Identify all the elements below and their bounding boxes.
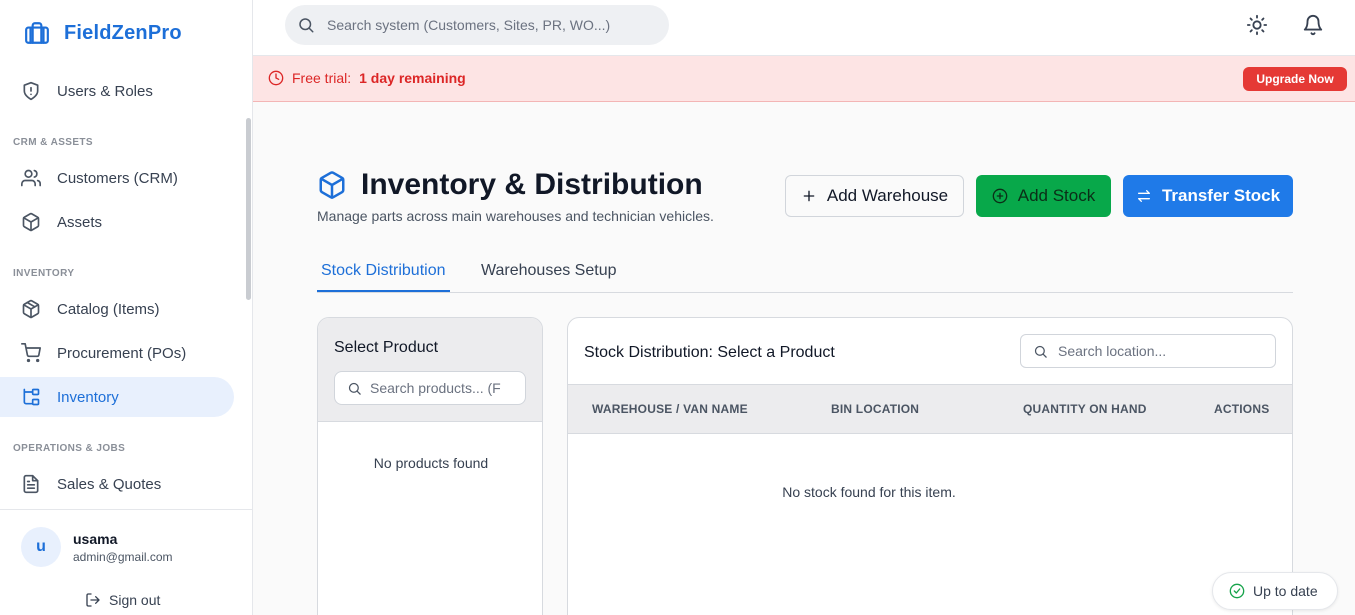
transfer-stock-label: Transfer Stock [1161,186,1281,205]
avatar[interactable]: u [21,527,61,567]
section-title-operations: OPERATIONS & JOBS [13,443,126,454]
sidebar-item-users-roles[interactable]: Users & Roles [0,71,234,111]
add-stock-label: Add Stock [1017,186,1096,205]
add-stock-button[interactable]: Add Stock [976,175,1111,217]
column-header[interactable]: ACTIONS [1214,402,1269,416]
column-header[interactable]: QUANTITY ON HAND [1023,402,1147,416]
column-header[interactable]: BIN LOCATION [831,402,919,416]
stock-panel-title: Stock Distribution: Select a Product [584,344,835,361]
stock-empty-message: No stock found for this item. [782,484,956,500]
sidebar-item-label: Assets [57,213,103,231]
user-name: usama [73,531,118,547]
cart-icon [21,343,41,363]
trial-remaining: 1 day remaining [359,70,466,86]
sidebar-item-label: Catalog (Items) [57,300,160,318]
trial-prefix: Free trial: [292,70,352,86]
search-icon [1034,345,1047,358]
column-header[interactable]: WAREHOUSE / VAN NAME [592,402,748,416]
tab-bar: Stock Distribution Warehouses Setup [317,250,1293,293]
sidebar-item-label: Sales & Quotes [57,475,162,493]
sidebar-item-assets[interactable]: Assets [0,202,234,242]
sign-out-button[interactable]: Sign out [85,592,160,608]
section-title-inventory: INVENTORY [13,268,75,279]
search-icon [348,382,361,395]
stock-panel: Stock Distribution: Select a Product WAR… [567,317,1293,615]
users-icon [21,169,41,187]
package-icon [22,299,40,319]
page-subtitle: Manage parts across main warehouses and … [317,208,714,224]
location-search-input[interactable] [1058,343,1258,359]
sidebar-item-sales-quotes[interactable]: Sales & Quotes [0,464,234,504]
tab-stock-distribution[interactable]: Stock Distribution [317,262,450,292]
product-empty-message: No products found [373,455,489,471]
sidebar-item-procurement[interactable]: Procurement (POs) [0,333,234,373]
plus-icon [803,190,815,202]
add-warehouse-button[interactable]: Add Warehouse [785,175,964,217]
global-search-input[interactable] [327,17,647,33]
user-email: admin@gmail.com [73,550,173,564]
sidebar-item-label: Customers (CRM) [57,169,178,187]
transfer-arrows-icon [1137,190,1150,202]
sidebar-scrollbar[interactable] [246,118,251,300]
sidebar-item-label: Inventory [57,388,119,406]
user-profile: u usama admin@gmail.com Sign out [0,509,252,615]
cube-icon [319,171,345,199]
document-icon [23,474,39,494]
trial-banner: Free trial: 1 day remaining Upgrade Now [253,56,1355,102]
sidebar-item-catalog[interactable]: Catalog (Items) [0,289,234,329]
section-title-crm-assets: CRM & ASSETS [13,137,93,148]
tab-warehouses-setup[interactable]: Warehouses Setup [481,262,616,290]
main-content: Inventory & Distribution Manage parts ac… [253,102,1355,615]
page-title: Inventory & Distribution [361,168,703,201]
top-bar [253,0,1355,56]
sidebar-item-inventory[interactable]: Inventory [0,377,234,417]
sidebar: FieldZenPro Users & Roles CRM & ASSETS C… [0,0,253,615]
sidebar-item-label: Procurement (POs) [57,344,187,362]
transfer-stock-button[interactable]: Transfer Stock [1123,175,1293,217]
plus-circle-icon [992,188,1008,204]
sun-icon[interactable] [1246,14,1268,36]
logout-icon [86,593,100,607]
status-badge[interactable]: Up to date [1212,572,1338,610]
bell-icon[interactable] [1302,14,1324,36]
product-panel-title: Select Product [334,339,439,356]
box-icon [22,212,40,232]
product-search[interactable] [334,371,526,405]
shield-icon [23,81,39,101]
global-search[interactable] [285,5,669,45]
sign-out-label: Sign out [109,592,161,608]
location-search[interactable] [1020,334,1276,368]
app-name: FieldZenPro [64,21,182,44]
trial-message: Free trial: 1 day remaining [268,70,466,86]
brand[interactable]: FieldZenPro [24,20,182,46]
product-panel: Select Product No products found [317,317,543,615]
upgrade-now-button[interactable]: Upgrade Now [1243,67,1347,91]
product-search-input[interactable] [370,380,520,396]
add-warehouse-label: Add Warehouse [826,186,949,205]
briefcase-logo-icon [25,22,49,44]
status-label: Up to date [1253,583,1318,599]
page-header: Inventory & Distribution Manage parts ac… [317,168,714,224]
clock-icon [268,70,284,86]
sidebar-item-label: Users & Roles [57,82,153,100]
sidebar-item-customers[interactable]: Customers (CRM) [0,158,234,198]
table-header: WAREHOUSE / VAN NAME BIN LOCATION QUANTI… [568,384,1292,434]
check-circle-icon [1229,583,1245,599]
search-icon [299,18,314,33]
hierarchy-icon [23,388,40,406]
